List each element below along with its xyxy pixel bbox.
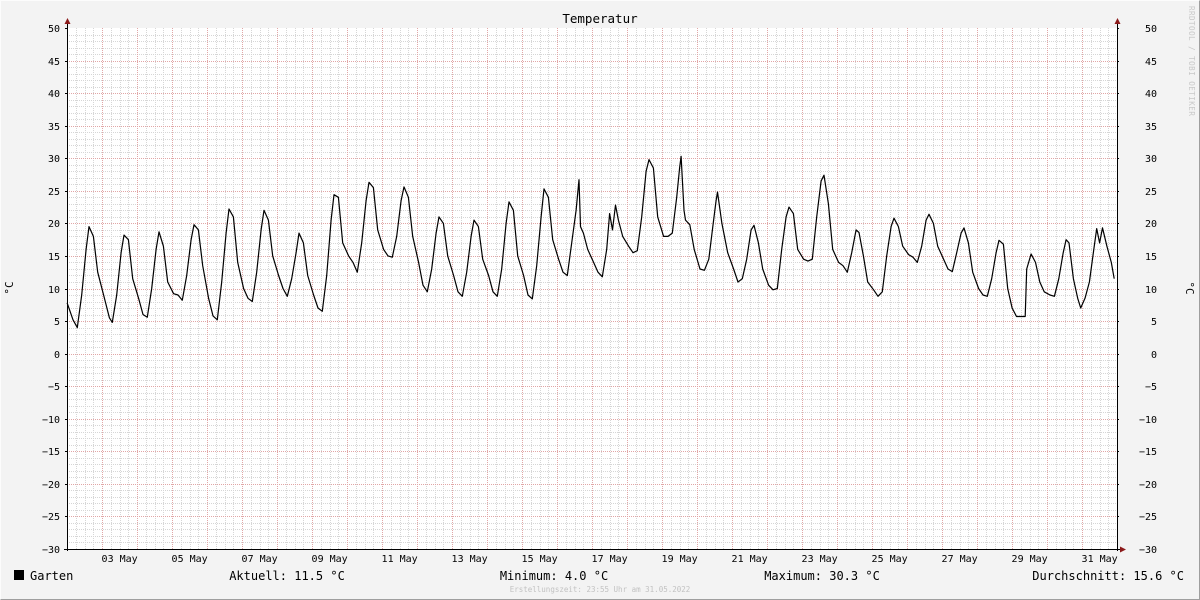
y-tick-label: −20 — [42, 480, 60, 491]
y-tick-label: 45 — [48, 57, 60, 68]
x-tick-label: 03 May — [102, 554, 138, 565]
x-tick-label: 25 May — [872, 554, 908, 565]
y-tick-label: 15 — [48, 252, 60, 263]
y-tick-label: −5 — [48, 382, 60, 393]
y-tick-label: 5 — [54, 317, 60, 328]
legend-swatch-garten — [14, 570, 24, 580]
y-tick-label: 40 — [1145, 89, 1157, 100]
creation-timestamp: Erstellungszeit: 23:55 Uhr am 31.05.2022 — [510, 585, 691, 594]
y-axis-label-left: °C — [3, 281, 16, 294]
y-tick-label: 50 — [48, 24, 60, 35]
x-tick-label: 31 May — [1082, 554, 1118, 565]
x-tick-label: 21 May — [732, 554, 768, 565]
y-tick-label: 20 — [48, 219, 60, 230]
x-tick-label: 27 May — [942, 554, 978, 565]
y-axis-right-arrow — [1114, 18, 1121, 24]
legend-average: Durchschnitt: 15.6 °C — [1032, 569, 1184, 583]
y-tick-label: 15 — [1145, 252, 1157, 263]
rrdtool-watermark: RRDTOOL / TOBI OETIKER — [1187, 6, 1196, 116]
y-tick-label: −30 — [42, 545, 60, 556]
legend-maximum: Maximum: 30.3 °C — [764, 569, 880, 583]
x-tick-label: 13 May — [452, 554, 488, 565]
y-tick-label: 30 — [1145, 154, 1157, 165]
chart-title: Temperatur — [562, 11, 638, 26]
x-axis-tick-labels: 03 May 05 May 07 May 09 May 11 May 13 May 15 M… — [102, 554, 1118, 565]
temperature-chart: Temperatur −30 −25 −20 −15 −10 −5 0 5 10 15 20 25 30… — [0, 0, 1200, 600]
x-tick-label: 17 May — [592, 554, 628, 565]
x-tick-label: 11 May — [382, 554, 418, 565]
x-tick-label: 09 May — [312, 554, 348, 565]
y-tick-label: 25 — [48, 187, 60, 198]
y-tick-label: −5 — [1145, 382, 1157, 393]
legend-series-name: Garten — [30, 569, 73, 583]
x-tick-label: 19 May — [662, 554, 698, 565]
x-tick-label: 05 May — [172, 554, 208, 565]
legend-current: Aktuell: 11.5 °C — [229, 569, 345, 583]
x-axis-arrow — [1120, 546, 1126, 553]
y-axis-left-tick-labels: −30 −25 −20 −15 −10 −5 0 5 10 15 20 25 30 35 40 45 50 — [42, 24, 60, 556]
y-tick-label: 40 — [48, 89, 60, 100]
y-tick-label: 35 — [1145, 122, 1157, 133]
x-tick-label: 15 May — [522, 554, 558, 565]
y-tick-label: 35 — [48, 122, 60, 133]
y-tick-label: 10 — [1145, 285, 1157, 296]
y-axis-label-right: °C — [1183, 281, 1196, 294]
x-tick-label: 29 May — [1012, 554, 1048, 565]
y-axis-right-tick-labels: −30 −25 −20 −15 −10 −5 0 5 10 15 20 25 30 35 40 45 50 — [1139, 24, 1157, 556]
y-tick-label: −10 — [1139, 415, 1157, 426]
y-tick-label: −30 — [1139, 545, 1157, 556]
y-tick-label: 10 — [48, 285, 60, 296]
y-tick-label: 5 — [1151, 317, 1157, 328]
y-tick-label: −25 — [42, 512, 60, 523]
y-tick-label: −15 — [42, 447, 60, 458]
y-tick-label: 30 — [48, 154, 60, 165]
y-tick-label: 50 — [1145, 24, 1157, 35]
x-tick-label: 23 May — [802, 554, 838, 565]
y-tick-label: −15 — [1139, 447, 1157, 458]
y-tick-label: −20 — [1139, 480, 1157, 491]
y-tick-label: 25 — [1145, 187, 1157, 198]
y-tick-label: 45 — [1145, 57, 1157, 68]
y-tick-label: 20 — [1145, 219, 1157, 230]
x-tick-label: 07 May — [242, 554, 278, 565]
y-tick-label: −10 — [42, 415, 60, 426]
y-tick-label: 0 — [1151, 350, 1157, 361]
y-tick-label: −25 — [1139, 512, 1157, 523]
y-tick-label: 0 — [54, 350, 60, 361]
legend-minimum: Minimum: 4.0 °C — [500, 569, 608, 583]
y-axis-left-arrow — [64, 18, 71, 24]
